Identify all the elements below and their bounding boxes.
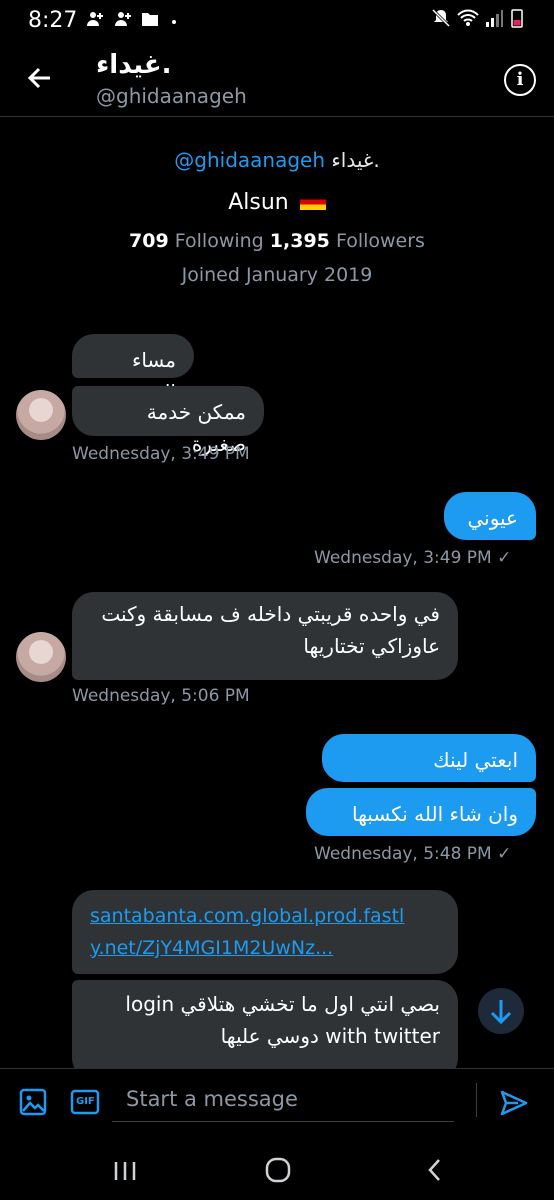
followers-label: Followers	[335, 230, 425, 252]
following-label: Following	[174, 230, 264, 252]
message-link[interactable]: y.net/ZjY4MGI1M2UwNz...	[90, 932, 440, 964]
message-text: وان شاء الله نكسبها	[351, 802, 518, 826]
read-check-icon: ✓	[497, 844, 512, 864]
gif-label: GIF	[76, 1096, 95, 1107]
image-icon	[19, 1088, 47, 1116]
message-timestamp: Wednesday, 5:48 PM	[314, 844, 492, 864]
message-bubble-outgoing[interactable]: ابعتي لينك	[322, 734, 536, 782]
info-button[interactable]: i	[504, 64, 536, 96]
home-button[interactable]	[262, 1154, 294, 1186]
recent-apps-button[interactable]	[110, 1156, 140, 1186]
message-link[interactable]: santabanta.com.global.prod.fastl	[90, 900, 440, 932]
message-line: في واحده قريبتي داخله ف مسابقة وكنت	[101, 602, 440, 626]
profile-handle[interactable]: @ghidaanageh	[174, 148, 325, 172]
add-person-icon	[87, 12, 103, 26]
message-composer: GIF	[0, 1068, 554, 1135]
header-handle[interactable]: @ghidaanageh	[96, 84, 247, 108]
message-input[interactable]	[112, 1079, 454, 1119]
followers-count: 1,395	[269, 230, 330, 252]
arrow-left-icon	[27, 67, 50, 89]
following-count: 709	[129, 230, 169, 252]
link-message-bubble[interactable]: santabanta.com.global.prod.fastl y.net/Z…	[72, 890, 458, 974]
send-icon	[500, 1090, 528, 1116]
message-line: بصي انتي اول ما تخشي هتلاقي login	[125, 992, 440, 1016]
back-button[interactable]	[20, 58, 60, 98]
folder-icon	[142, 13, 159, 26]
chevron-left-icon	[428, 1159, 440, 1181]
status-bar: 8:27	[0, 0, 554, 40]
message-bubble-incoming[interactable]: في واحده قريبتي داخله ف مسابقة وكنت عاوز…	[72, 592, 458, 680]
joined-date: Joined January 2019	[181, 264, 373, 286]
profile-name-line[interactable]: @ghidaanageh غيداء.	[0, 148, 554, 172]
avatar[interactable]	[16, 632, 66, 682]
info-icon: i	[516, 69, 524, 90]
message-timestamp: Wednesday, 5:06 PM	[72, 686, 250, 706]
message-timestamp: Wednesday, 3:49 PM	[72, 444, 250, 464]
gif-button[interactable]: GIF	[70, 1087, 100, 1117]
profile-bio-text: Alsun	[228, 190, 289, 215]
profile-bio: Alsun	[0, 190, 554, 215]
read-check-icon: ✓	[497, 548, 512, 568]
image-button[interactable]	[18, 1087, 48, 1117]
recent-apps-icon	[114, 1162, 136, 1180]
message-text: عيوني	[467, 506, 518, 530]
message-text: ابعتي لينك	[433, 748, 518, 772]
message-line: with twitter دوسي عليها	[220, 1024, 440, 1048]
message-input-wrapper	[112, 1079, 454, 1122]
germany-flag-icon	[299, 194, 326, 210]
scroll-to-bottom-button[interactable]	[478, 988, 524, 1034]
system-icons	[431, 8, 524, 33]
arrow-down-icon	[490, 1000, 512, 1025]
message-line: عاوزاكي تختاريها	[303, 634, 440, 658]
conversation-header: غيداء. @ghidaanageh i	[0, 40, 554, 117]
message-timestamp-outgoing: Wednesday, 3:49 PM ✓	[314, 548, 511, 568]
message-bubble-incoming[interactable]: مساء الخير	[72, 334, 194, 404]
message-timestamp: Wednesday, 3:49 PM	[314, 548, 492, 568]
battery-icon	[511, 9, 523, 28]
notification-icons	[86, 10, 179, 33]
header-name[interactable]: غيداء.	[96, 50, 172, 80]
dot-icon	[172, 20, 177, 24]
wifi-icon	[456, 9, 479, 26]
mute-icon	[431, 8, 450, 28]
signal-icon	[486, 10, 504, 27]
message-bubble-incoming[interactable]: بصي انتي اول ما تخشي هتلاقي login with t…	[72, 980, 458, 1080]
follow-stats: 709 Following 1,395 Followers	[0, 230, 554, 252]
message-timestamp-outgoing: Wednesday, 5:48 PM ✓	[314, 844, 511, 864]
message-bubble-outgoing[interactable]: وان شاء الله نكسبها	[306, 788, 536, 836]
avatar[interactable]	[16, 390, 66, 440]
home-icon	[265, 1157, 291, 1183]
system-navigation-bar	[0, 1140, 554, 1200]
message-bubble-incoming[interactable]: ممكن خدمة صغيرة	[72, 386, 264, 456]
status-time: 8:27	[28, 8, 78, 33]
profile-name: غيداء.	[331, 148, 380, 172]
send-button[interactable]	[498, 1087, 530, 1119]
back-nav-button[interactable]	[420, 1154, 450, 1186]
composer-divider	[476, 1083, 477, 1117]
add-person-icon	[114, 12, 131, 26]
message-bubble-outgoing[interactable]: عيوني	[444, 492, 536, 540]
